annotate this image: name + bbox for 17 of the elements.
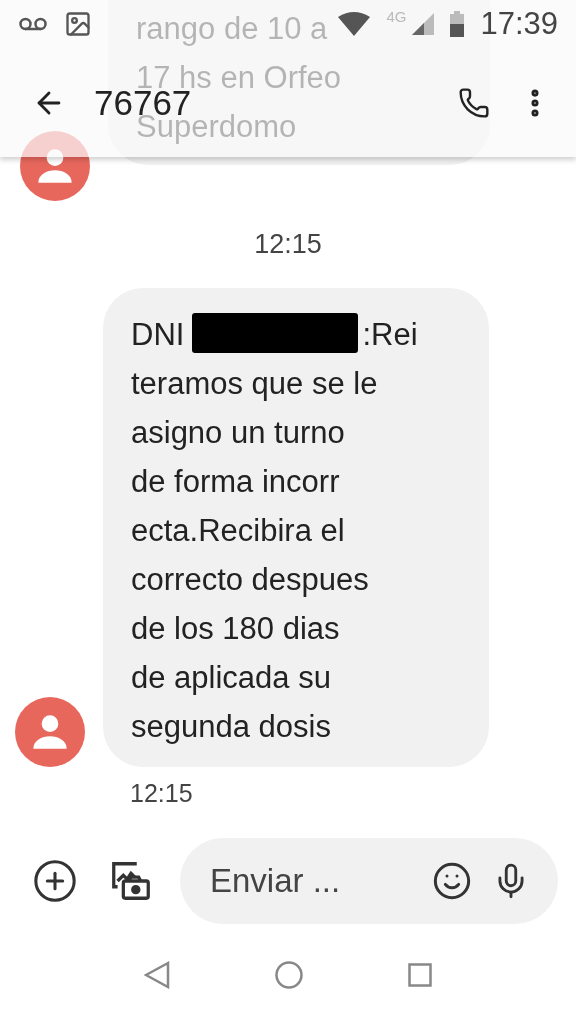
message-time: 12:15 — [130, 779, 194, 808]
home-nav-icon[interactable] — [275, 960, 303, 989]
clock: 17:39 — [480, 6, 558, 42]
image-icon — [64, 10, 92, 38]
signal-icon — [412, 13, 435, 35]
wifi-icon — [338, 12, 371, 36]
message-input[interactable]: Enviar ... — [208, 860, 412, 901]
network-label: 4G — [386, 8, 407, 25]
phone-icon[interactable] — [458, 86, 490, 119]
battery-icon — [450, 11, 465, 37]
message-text: DNI :Rei teramos que se le asigno un turno de forma incorr ecta.Recibira el correcto despues de los 180 dias de aplicada su segunda dosis — [131, 310, 461, 751]
message-field[interactable]: Enviar ... — [180, 837, 558, 924]
back-nav-icon[interactable] — [144, 960, 170, 989]
emoji-icon[interactable] — [432, 860, 472, 901]
timestamp: 12:15 — [253, 229, 323, 260]
message-text: rango de 10 a — [136, 10, 328, 48]
recents-nav-icon[interactable] — [408, 962, 432, 987]
